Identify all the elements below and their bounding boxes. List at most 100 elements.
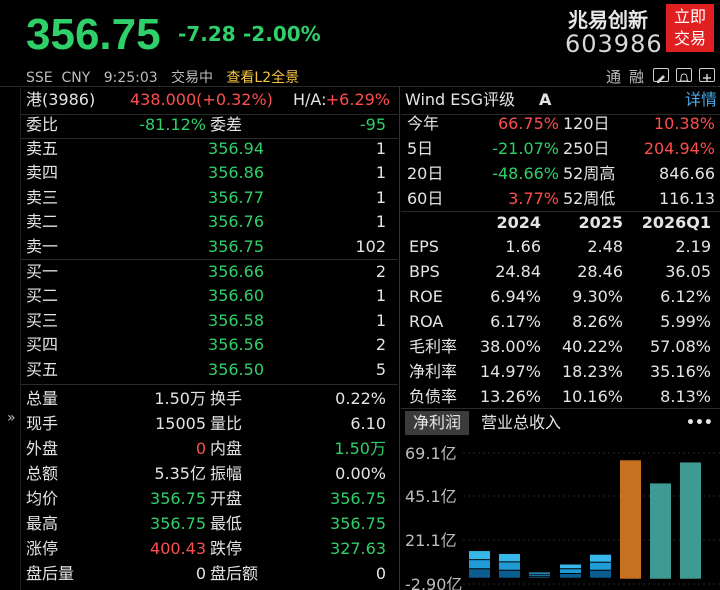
financial-row: ROA 6.17% 8.26% 5.99%	[401, 310, 720, 334]
ask-price: 356.76	[208, 212, 264, 232]
stat-label: 均价	[26, 489, 59, 508]
alert-bell-icon[interactable]	[676, 68, 692, 82]
more-options-button[interactable]: •••	[686, 411, 713, 435]
exchange-label: SSE	[26, 70, 53, 86]
stat-label: 涨停	[26, 539, 59, 558]
bid-level-label: 买四	[26, 335, 59, 355]
currency-label: CNY	[61, 70, 91, 86]
stat-value: 15005	[155, 414, 206, 433]
ask-level-label: 卖二	[26, 212, 59, 232]
financial-value: 35.16%	[649, 362, 711, 381]
chart-bar-segment[interactable]	[560, 573, 581, 578]
financial-row: ROE 6.94% 9.30% 6.12%	[401, 285, 720, 309]
esg-row: Wind ESG评级 A 详情	[405, 88, 717, 112]
financial-value: 24.84	[495, 262, 541, 281]
chart-bar-segment[interactable]	[469, 560, 490, 569]
stat-value: 356.75	[330, 514, 386, 533]
chart-y-tick-label: 45.1亿	[405, 487, 457, 506]
chart-y-tick-label: 21.1亿	[405, 531, 457, 550]
stat-value: 0.22%	[335, 389, 386, 408]
esg-rating: A	[539, 90, 552, 109]
chart-bar-segment[interactable]	[499, 553, 520, 562]
chart-bar-segment[interactable]	[590, 562, 611, 570]
ask-row: 卖三 356.77 1	[26, 186, 396, 210]
chart-bar-segment[interactable]	[469, 569, 490, 578]
performance-value: 204.94%	[643, 139, 715, 158]
chart-bar-segment[interactable]	[529, 572, 550, 574]
bid-price: 356.60	[208, 286, 264, 306]
bid-price: 356.66	[208, 262, 264, 281]
order-diff-label: 委差	[210, 115, 243, 134]
tool-tong[interactable]: 通	[606, 66, 621, 87]
stat-value: 5.35亿	[154, 464, 206, 483]
financial-value: 1.66	[505, 237, 541, 256]
ha-premium: +6.29%	[325, 90, 390, 109]
performance-label: 120日	[563, 114, 610, 133]
tab-net-profit[interactable]: 净利润	[405, 411, 469, 435]
last-price: 356.75	[26, 10, 161, 59]
financial-label: 毛利率	[409, 337, 458, 356]
stat-row: 涨停 400.43 跌停 327.63	[26, 537, 396, 561]
bid-volume: 5	[375, 359, 386, 379]
financial-label: BPS	[409, 262, 440, 281]
stat-value: 0	[195, 439, 206, 458]
chart-bar-segment[interactable]	[560, 564, 581, 569]
performance-value: 3.77%	[508, 189, 559, 208]
stat-row: 均价 356.75 开盘 356.75	[26, 487, 396, 511]
ask-volume: 1	[375, 163, 386, 183]
tool-rong[interactable]: 融	[629, 66, 644, 87]
ask-price: 356.86	[208, 163, 264, 183]
ask-price: 356.94	[208, 139, 264, 158]
stat-row: 外盘 0 内盘 1.50万	[26, 437, 396, 461]
chart-bar[interactable]	[650, 483, 671, 579]
add-watchlist-icon[interactable]	[699, 68, 715, 82]
chart-bar-segment[interactable]	[560, 569, 581, 573]
chart-bar-segment[interactable]	[590, 554, 611, 562]
trade-now-button[interactable]: 立即 交易	[666, 4, 714, 52]
stat-value: 1.50万	[334, 439, 386, 458]
performance-label: 60日	[407, 189, 444, 208]
chart-bar[interactable]	[620, 460, 641, 579]
financial-value: 38.00%	[479, 337, 541, 356]
chart-y-tick-label: 69.1亿	[405, 444, 457, 463]
financial-value: 5.99%	[660, 312, 711, 331]
ask-level-label: 卖三	[26, 187, 59, 207]
financial-row: 负债率 13.26% 10.16% 8.13%	[401, 385, 720, 409]
chart-bar-segment[interactable]	[529, 576, 550, 578]
stat-label: 跌停	[210, 539, 243, 558]
chart-bar-segment[interactable]	[469, 551, 490, 560]
bid-volume: 1	[375, 286, 386, 306]
bid-price: 356.58	[208, 310, 264, 330]
l2-panorama-link[interactable]: 查看L2全景	[226, 70, 299, 86]
hk-label: 港(3986)	[26, 90, 96, 109]
chart-bar[interactable]	[680, 462, 701, 579]
stat-value: 6.10	[350, 414, 386, 433]
esg-detail-link[interactable]: 详情	[685, 88, 717, 112]
order-diff-value: -95	[359, 115, 386, 134]
ask-volume: 1	[375, 212, 386, 232]
financial-value: 36.05	[665, 262, 711, 281]
chart-bar-segment[interactable]	[499, 562, 520, 570]
financial-value: 13.26%	[479, 387, 541, 406]
performance-row: 60日 3.77% 52周低 116.13	[407, 187, 715, 211]
hk-price: 438.000(+0.32%)	[130, 90, 273, 109]
hk-line: 港(3986) 438.000(+0.32%) H/A: +6.29%	[26, 88, 396, 112]
performance-value: 10.38%	[653, 114, 715, 133]
chart-bar-segment[interactable]	[529, 574, 550, 576]
ask-price: 356.75	[208, 236, 264, 256]
financial-value: 2.48	[587, 237, 623, 256]
edit-icon[interactable]	[653, 68, 669, 83]
chart-bar-segment[interactable]	[499, 570, 520, 578]
ask-level-label: 卖四	[26, 163, 59, 183]
order-ratio-row: 委比 -81.12% 委差 -95	[26, 113, 396, 137]
performance-label: 今年	[407, 114, 440, 133]
bid-level-label: 买五	[26, 359, 59, 379]
financials-header: 2024 2025 2026Q1	[401, 211, 720, 235]
ha-label: H/A:	[293, 90, 327, 109]
financial-row: EPS 1.66 2.48 2.19	[401, 235, 720, 259]
tab-total-revenue[interactable]: 营业总收入	[481, 411, 561, 435]
stat-label: 最高	[26, 514, 59, 533]
financial-value: 40.22%	[561, 337, 623, 356]
bid-level-label: 买三	[26, 310, 59, 330]
chart-bar-segment[interactable]	[590, 570, 611, 578]
